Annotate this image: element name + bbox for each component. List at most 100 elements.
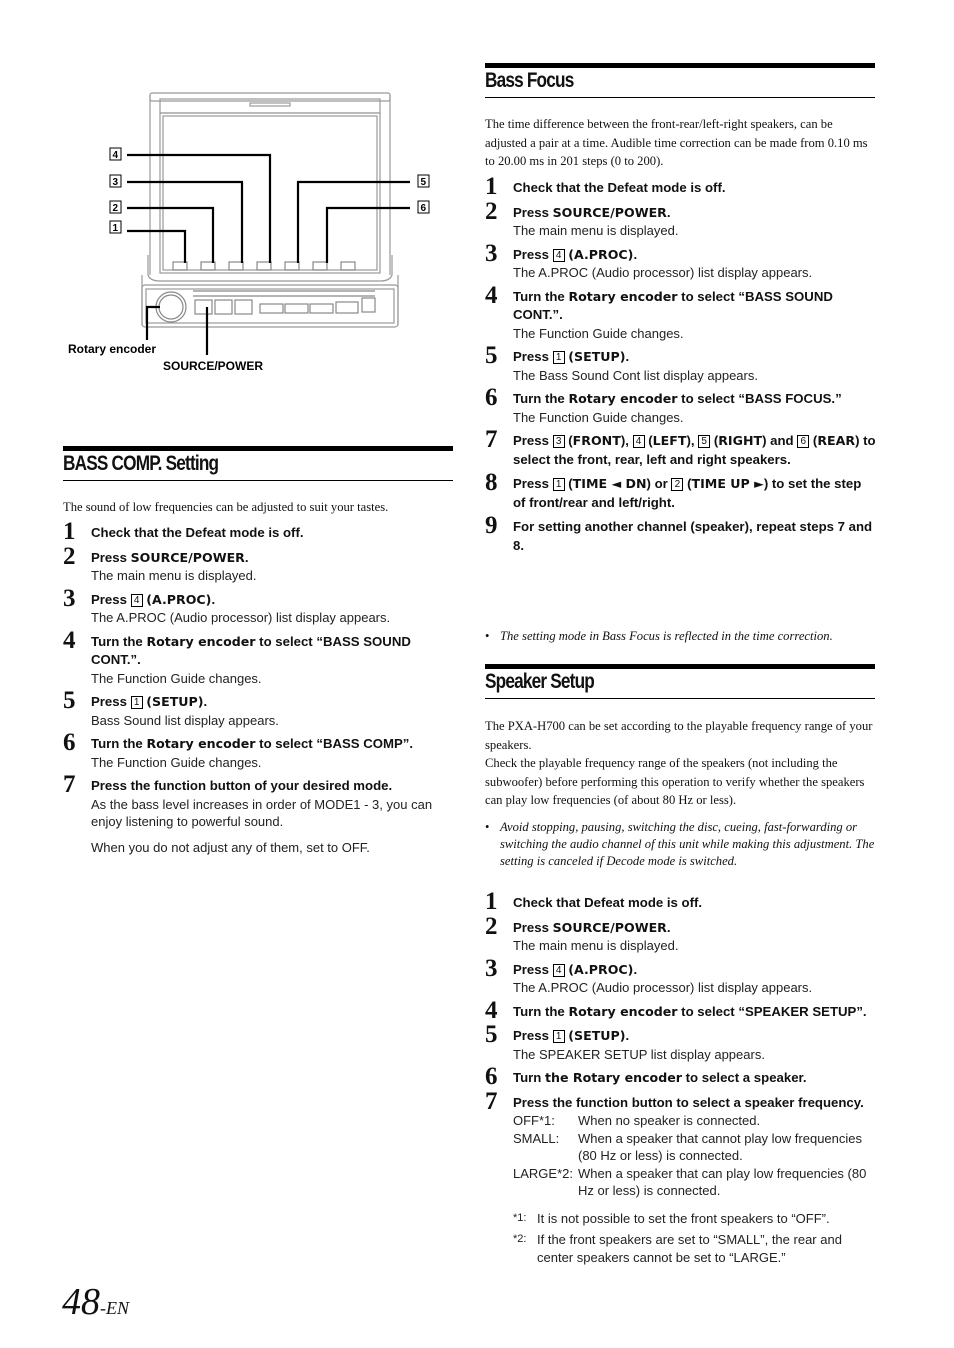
section-header: Speaker Setup	[485, 664, 875, 699]
page-number: 48-EN	[62, 1283, 129, 1327]
step-instruction: Turn the Rotary encoder to select “BASS …	[513, 390, 877, 409]
step-result: Bass Sound list display appears.	[91, 712, 279, 728]
button-number-box: 6	[797, 435, 810, 448]
text: Turn the	[513, 288, 569, 304]
step-number: 1	[63, 518, 76, 545]
step-result: The A.PROC (Audio processor) list displa…	[513, 980, 813, 995]
button-number-box: 4	[552, 963, 565, 977]
section-header: Bass Focus	[485, 63, 875, 98]
step-instruction: Check that the Defeat mode is off.	[513, 179, 877, 198]
keyword: RIGHT	[718, 433, 763, 448]
step-result: The Function Guide changes.	[513, 325, 684, 341]
step-number: 4	[63, 626, 76, 654]
text: (	[564, 433, 573, 448]
button-number-box: 5	[698, 435, 711, 448]
step-item: 1 Check that Defeat mode is off.	[485, 889, 877, 914]
step-number: 6	[485, 384, 498, 411]
text: Turn the	[91, 736, 147, 751]
keyword: REAR	[817, 433, 856, 448]
text: Press	[513, 1028, 553, 1043]
footnote: *1: It is not possible to set the front s…	[513, 1210, 877, 1228]
step-item: 2 Press SOURCE/POWER. The main menu is dis…	[63, 544, 455, 585]
text: to select “BASS FOCUS.”	[677, 391, 842, 406]
step-number: 4	[485, 281, 498, 309]
step-instruction: Press 1 (SETUP).	[513, 1027, 877, 1046]
callout-3: 3	[113, 177, 119, 188]
text: .	[203, 694, 208, 709]
label-rotary-encoder: Rotary encoder	[68, 342, 156, 356]
footnote-key: *1:	[513, 1211, 527, 1224]
step-item: 7 Press the function button of your desir…	[63, 772, 455, 856]
step-instruction: Turn the Rotary encoder to select a spea…	[513, 1069, 877, 1088]
text: Turn	[513, 1070, 545, 1085]
text: Press	[513, 246, 553, 262]
text: Press	[91, 549, 131, 565]
step-item: 1 Check that the Defeat mode is off.	[485, 174, 877, 199]
keyword: SOURCE/POWER	[552, 204, 667, 220]
step-item: 4 Turn the Rotary encoder to select “BASS…	[63, 628, 455, 688]
button-number-box: 1	[552, 478, 565, 491]
step-number: 9	[485, 512, 498, 539]
page-num: 48	[62, 1281, 100, 1323]
step-number: 2	[485, 912, 498, 940]
step-number: 4	[485, 996, 498, 1024]
keyword: (A.PROC)	[568, 961, 634, 977]
step-number: 2	[63, 542, 76, 570]
step-item: 6 Turn the Rotary encoder to select “BASS…	[485, 385, 877, 426]
step-number: 2	[485, 197, 498, 225]
text: Press	[91, 591, 131, 607]
step-instruction: Turn the Rotary encoder to select “BASS …	[513, 288, 877, 325]
keyword: TIME ◄ DN	[572, 476, 647, 491]
step-instruction: Press 3 (FRONT), 4 (LEFT), 5 (RIGHT) and…	[513, 432, 877, 469]
section-title: Bass Focus	[485, 69, 574, 92]
intro-paragraph: Check the playable frequency range of th…	[485, 756, 865, 807]
option-key: LARGE*2:	[513, 1165, 573, 1181]
step-instruction: Press SOURCE/POWER.	[91, 549, 455, 568]
step-number: 1	[485, 173, 498, 200]
text: ),	[686, 433, 699, 448]
step-number: 3	[63, 584, 76, 612]
page-suffix: -EN	[100, 1298, 129, 1318]
button-number-box: 1	[130, 696, 143, 709]
callout-4: 4	[113, 150, 119, 161]
step-item: 6 Turn the Rotary encoder to select a spe…	[485, 1064, 877, 1089]
footnote-key: *2:	[513, 1233, 527, 1245]
instruction-text: Check that Defeat mode is off.	[513, 895, 703, 910]
step-item: 3 Press 4 (A.PROC). The A.PROC (Audio proc…	[485, 956, 877, 997]
step-instruction: Press 1 (SETUP).	[513, 348, 877, 367]
step-number: 3	[485, 239, 498, 267]
instruction-text: Press the function button of your desire…	[91, 778, 393, 793]
callout-6: 6	[421, 203, 427, 214]
step-number: 5	[485, 1021, 498, 1048]
text: .	[666, 204, 671, 220]
step-instruction: Check that the Defeat mode is off.	[91, 524, 455, 543]
button-number-box: 2	[671, 478, 684, 491]
text: Press	[513, 204, 553, 220]
step-item: 6 Turn the Rotary encoder to select “BASS…	[63, 730, 455, 771]
step-number: 7	[485, 426, 498, 453]
bullet-icon: •	[485, 629, 490, 643]
step-item: 3 Press 4 (A.PROC). The A.PROC (Audio proc…	[485, 241, 877, 282]
text: Press	[513, 349, 553, 364]
keyword: Rotary encoder	[568, 288, 678, 304]
step-number: 7	[485, 1087, 498, 1115]
step-item: 7 Press the function button to select a s…	[485, 1089, 877, 1267]
button-number-box: 4	[632, 435, 645, 448]
step-item: 7 Press 3 (FRONT), 4 (LEFT), 5 (RIGHT) an…	[485, 427, 877, 469]
keyword: TIME UP ►	[691, 476, 764, 491]
keyword: the Rotary encoder	[544, 1070, 682, 1085]
step-result: As the bass level increases in order of …	[91, 796, 433, 830]
step-number: 8	[485, 469, 498, 496]
text: to select “BASS COMP”.	[255, 736, 414, 751]
step-result: The main menu is displayed.	[513, 223, 679, 238]
option-desc: When no speaker is connected.	[578, 1113, 761, 1128]
step-instruction: Turn the Rotary encoder to select “BASS …	[91, 735, 455, 754]
step-result: The Bass Sound Cont list display appears…	[513, 367, 758, 383]
step-item: 5 Press 1 (SETUP). The SPEAKER SETUP list …	[485, 1022, 877, 1063]
keyword: LEFT	[652, 433, 687, 448]
bullet-icon: •	[485, 820, 490, 834]
text: (	[564, 476, 573, 491]
text: (	[644, 433, 653, 448]
button-number-box: 4	[130, 593, 143, 607]
footnote: *2: If the front speakers are set to “SMA…	[513, 1231, 877, 1266]
